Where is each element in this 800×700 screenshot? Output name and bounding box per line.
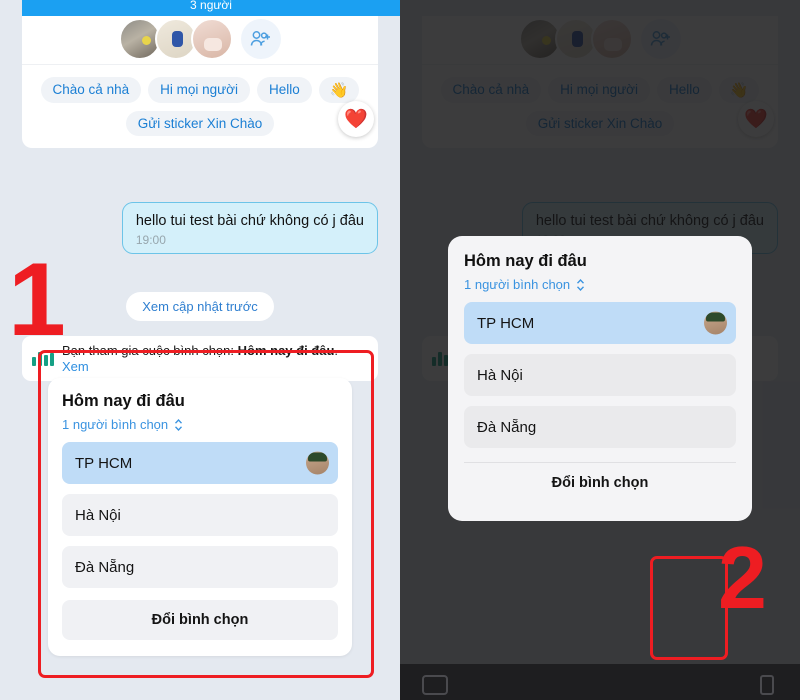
avatar <box>191 18 233 60</box>
left-phone-panel: 3 người Chào cả nhà Hi mọi người Hello 👋… <box>0 0 400 700</box>
poll-option-label: Đà Nẵng <box>477 418 537 436</box>
poll-voter-count-label: 1 người bình chọn <box>464 277 571 292</box>
annotation-box-poll-card <box>38 350 374 678</box>
wave-emoji-chip[interactable]: 👋 <box>318 77 360 103</box>
quick-reply-chip[interactable]: Chào cả nhà <box>40 77 142 103</box>
annotation-box-details-action <box>650 556 728 660</box>
screenshot-root: 3 người Chào cả nhà Hi mọi người Hello 👋… <box>0 0 800 700</box>
voter-avatar <box>704 311 727 335</box>
message-text: hello tui test bài chứ không có j đâu <box>135 213 364 229</box>
poll-option-label: TP HCM <box>477 314 535 332</box>
poll-option-row[interactable]: TP HCM <box>464 302 736 344</box>
poll-option-row[interactable]: Hà Nội <box>464 354 736 396</box>
chat-header-bar: 3 người <box>22 0 400 16</box>
chat-header-title: 3 người <box>190 0 232 12</box>
annotation-step-1: 1 <box>8 242 66 358</box>
quick-reply-chip[interactable]: Hi mọi người <box>148 77 251 103</box>
add-people-icon[interactable] <box>241 19 281 59</box>
greeting-suggestion-card: Chào cả nhà Hi mọi người Hello 👋 Gửi sti… <box>22 16 378 148</box>
quick-reply-chips: Chào cả nhà Hi mọi người Hello 👋 <box>22 65 378 103</box>
poll-title: Hôm nay đi đâu <box>464 252 587 270</box>
chevron-up-down-icon <box>576 278 585 292</box>
change-vote-button[interactable]: Đổi bình chọn <box>464 462 736 503</box>
quick-reply-chip[interactable]: Hello <box>257 77 312 103</box>
poll-option-label: Hà Nội <box>477 366 523 384</box>
message-timestamp: 19:00 <box>135 233 166 248</box>
poll-card-focused: Hôm nay đi đâu 1 người bình chọn TP HCM … <box>448 236 752 521</box>
member-avatar-row <box>22 16 378 65</box>
poll-option-row[interactable]: Đà Nẵng <box>464 406 736 448</box>
outgoing-message-bubble[interactable]: hello tui test bài chứ không có j đâu 19… <box>121 202 378 255</box>
sticker-suggestion-row: Gửi sticker Xin Chào ❤️ <box>22 101 378 137</box>
poll-voter-count-row[interactable]: 1 người bình chọn <box>464 277 736 292</box>
send-sticker-chip[interactable]: Gửi sticker Xin Chào <box>125 111 275 136</box>
load-previous-button[interactable]: Xem cập nhật trước <box>126 292 274 321</box>
device-navigation-bar <box>400 664 800 700</box>
heart-reaction-button[interactable]: ❤️ <box>338 101 374 137</box>
